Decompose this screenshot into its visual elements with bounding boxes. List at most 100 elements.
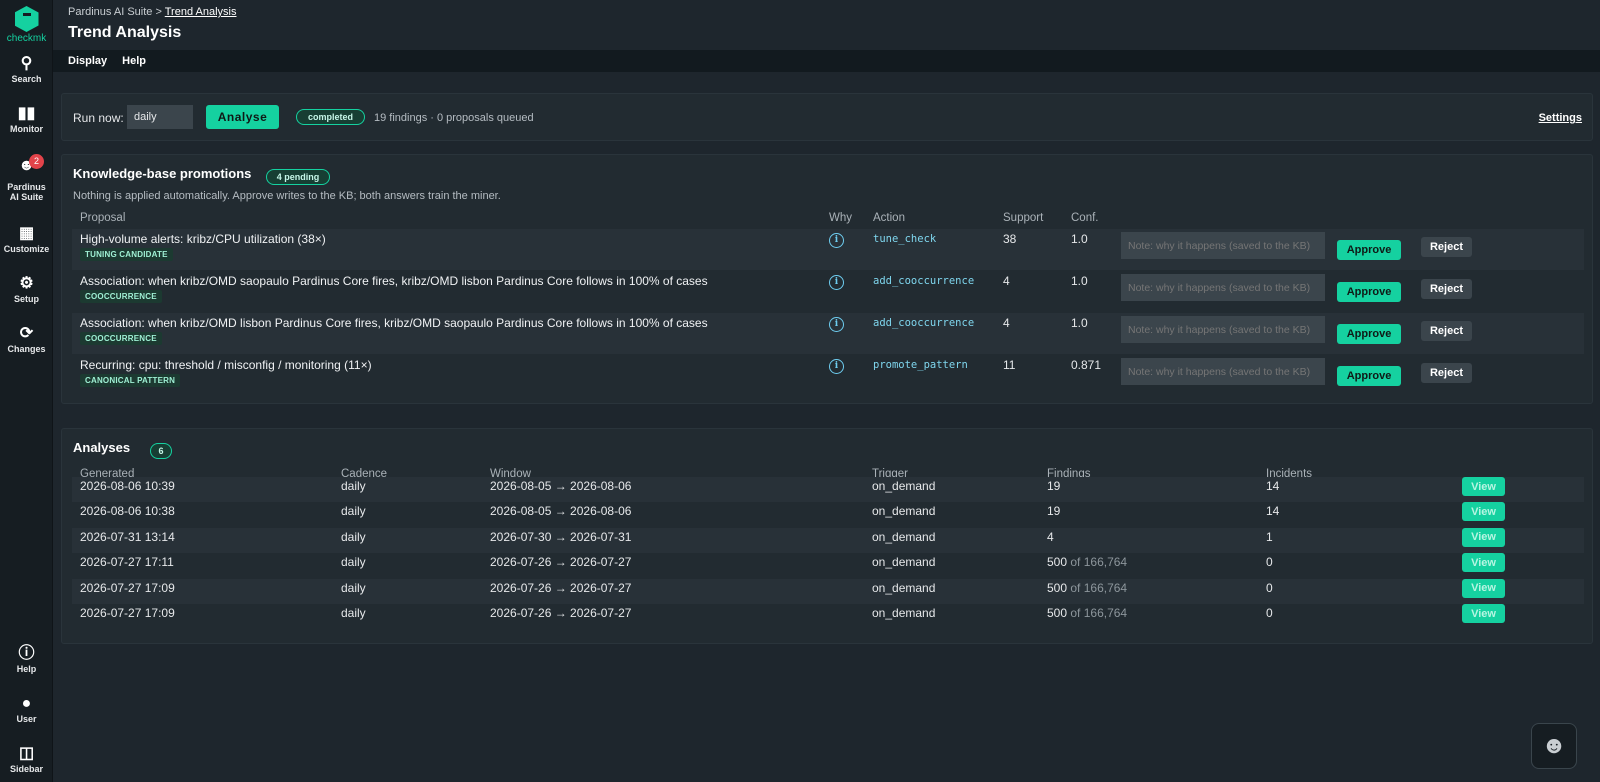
settings-link[interactable]: Settings <box>1539 112 1582 124</box>
info-icon[interactable]: i <box>829 233 844 248</box>
proposal-row: Association: when kribz/OMD lisbon Pardi… <box>72 313 1584 354</box>
kb-title: Knowledge-base promotions <box>73 166 252 181</box>
col-action: Action <box>873 212 905 224</box>
approve-button[interactable]: Approve <box>1337 282 1401 302</box>
analysis-trigger: on_demand <box>872 555 936 570</box>
analysis-generated: 2026-07-27 17:09 <box>80 580 175 595</box>
nav-setup-label: Setup <box>13 294 39 304</box>
analysis-row: 2026-08-06 10:39 daily 2026-08-05 → 2026… <box>72 477 1584 502</box>
nav-pardinus[interactable]: ☻ 2 Pardinus AI Suite <box>0 154 53 202</box>
analysis-cadence: daily <box>341 529 366 544</box>
col-support: Support <box>1003 212 1044 224</box>
nav-changes-label: Changes <box>7 344 46 354</box>
nav-customize[interactable]: ▦ Customize <box>0 224 53 254</box>
cadence-input[interactable] <box>127 105 193 129</box>
nav-sidebar-label: Sidebar <box>9 764 43 774</box>
analysis-findings: 19 <box>1047 479 1060 493</box>
proposal-row: Association: when kribz/OMD saopaulo Par… <box>72 271 1584 312</box>
col-why: Why <box>829 212 852 224</box>
proposal-tag: CANONICAL PATTERN <box>80 374 181 387</box>
sidebar: checkmk ⚲ Search ▮▮ Monitor ☻ 2 Pardinus… <box>0 0 53 782</box>
checkmk-logo[interactable]: checkmk <box>0 6 53 44</box>
proposal-text: High-volume alerts: kribz/CPU utilizatio… <box>80 232 326 246</box>
menu-display[interactable]: Display <box>68 50 107 72</box>
analysis-trigger: on_demand <box>872 479 936 493</box>
lynx-icon: ☻ <box>1541 732 1567 759</box>
approve-button[interactable]: Approve <box>1337 324 1401 344</box>
analysis-row: 2026-07-31 13:14 daily 2026-07-30 → 2026… <box>72 527 1584 553</box>
proposal-support: 4 <box>1003 316 1010 330</box>
breadcrumb-root[interactable]: Pardinus AI Suite <box>68 6 152 18</box>
analysis-findings: 19 <box>1047 504 1060 518</box>
info-icon[interactable]: i <box>829 317 844 332</box>
view-button[interactable]: View <box>1462 578 1505 598</box>
proposal-support: 4 <box>1003 274 1010 288</box>
note-input[interactable] <box>1121 232 1325 259</box>
analysis-window: 2026-07-26 → 2026-07-27 <box>490 555 632 570</box>
main-content: Pardinus AI Suite > Trend Analysis Trend… <box>53 0 1600 782</box>
nav-monitor[interactable]: ▮▮ Monitor <box>0 104 53 134</box>
breadcrumb-current[interactable]: Trend Analysis <box>165 6 237 18</box>
col-conf: Conf. <box>1071 212 1099 224</box>
nav-changes[interactable]: ⟳ Changes <box>0 324 53 354</box>
approve-button[interactable]: Approve <box>1337 366 1401 386</box>
nav-setup[interactable]: ⚙ Setup <box>0 274 53 304</box>
note-input[interactable] <box>1121 358 1325 385</box>
bar-chart-icon: ▮▮ <box>17 105 36 122</box>
analysis-window: 2026-07-26 → 2026-07-27 <box>490 606 632 620</box>
checkmk-logo-icon <box>14 6 39 32</box>
analyse-button[interactable]: Analyse <box>206 105 279 129</box>
view-button[interactable]: View <box>1462 477 1505 496</box>
approve-button[interactable]: Approve <box>1337 240 1401 260</box>
reject-button[interactable]: Reject <box>1421 363 1472 383</box>
analysis-cadence: daily <box>341 580 366 595</box>
nav-help-label: Help <box>16 664 37 674</box>
analysis-row: 2026-07-27 17:09 daily 2026-07-26 → 2026… <box>72 578 1584 604</box>
col-proposal: Proposal <box>80 212 126 224</box>
analysis-row: 2026-08-06 10:38 daily 2026-08-05 → 2026… <box>72 502 1584 527</box>
analysis-generated: 2026-07-31 13:14 <box>80 529 175 544</box>
view-button[interactable]: View <box>1462 553 1505 573</box>
analysis-findings: 500 of 166,764 <box>1047 606 1127 620</box>
nav-help[interactable]: ⓘ Help <box>0 644 53 674</box>
proposal-tag: COOCCURRENCE <box>80 332 162 345</box>
analysis-cadence: daily <box>341 504 366 519</box>
notification-badge: 2 <box>29 154 44 169</box>
nav-search[interactable]: ⚲ Search <box>0 54 53 84</box>
analysis-row: 2026-07-27 17:09 daily 2026-07-26 → 2026… <box>72 604 1584 629</box>
nav-user[interactable]: ● User <box>0 694 53 724</box>
view-button[interactable]: View <box>1462 502 1505 522</box>
analysis-findings: 4 <box>1047 530 1054 544</box>
reject-button[interactable]: Reject <box>1421 237 1472 257</box>
status-badge: completed <box>296 109 365 125</box>
proposal-action: tune_check <box>873 233 937 245</box>
breadcrumb-separator: > <box>155 6 162 18</box>
view-button[interactable]: View <box>1462 527 1505 547</box>
assistant-lynx-button[interactable]: ☻ <box>1531 723 1577 769</box>
note-input[interactable] <box>1121 274 1325 301</box>
nav-user-label: User <box>16 714 37 724</box>
brand-name: checkmk <box>6 33 47 44</box>
note-input[interactable] <box>1121 316 1325 343</box>
findings-value: 19 <box>1047 479 1061 493</box>
analysis-trigger: on_demand <box>872 580 936 595</box>
analysis-findings: 500 of 166,764 <box>1047 581 1127 595</box>
findings-total: of 166,764 <box>1070 580 1128 595</box>
nav-sidebar[interactable]: ◫ Sidebar <box>0 744 53 774</box>
analysis-incidents: 1 <box>1266 529 1273 544</box>
proposal-tag: COOCCURRENCE <box>80 290 162 303</box>
pending-badge: 4 pending <box>266 169 330 185</box>
proposal-action: add_cooccurrence <box>873 317 975 329</box>
findings-value: 500 <box>1047 580 1068 595</box>
info-icon[interactable]: i <box>829 275 844 290</box>
analysis-incidents: 0 <box>1266 580 1273 595</box>
info-icon: ⓘ <box>18 645 35 662</box>
grid-icon: ▦ <box>18 225 35 242</box>
info-icon[interactable]: i <box>829 359 844 374</box>
reject-button[interactable]: Reject <box>1421 321 1472 341</box>
analysis-row: 2026-07-27 17:11 daily 2026-07-26 → 2026… <box>72 553 1584 578</box>
menu-help[interactable]: Help <box>122 50 146 72</box>
view-button[interactable]: View <box>1462 604 1505 623</box>
reject-button[interactable]: Reject <box>1421 279 1472 299</box>
user-icon: ● <box>21 695 32 712</box>
